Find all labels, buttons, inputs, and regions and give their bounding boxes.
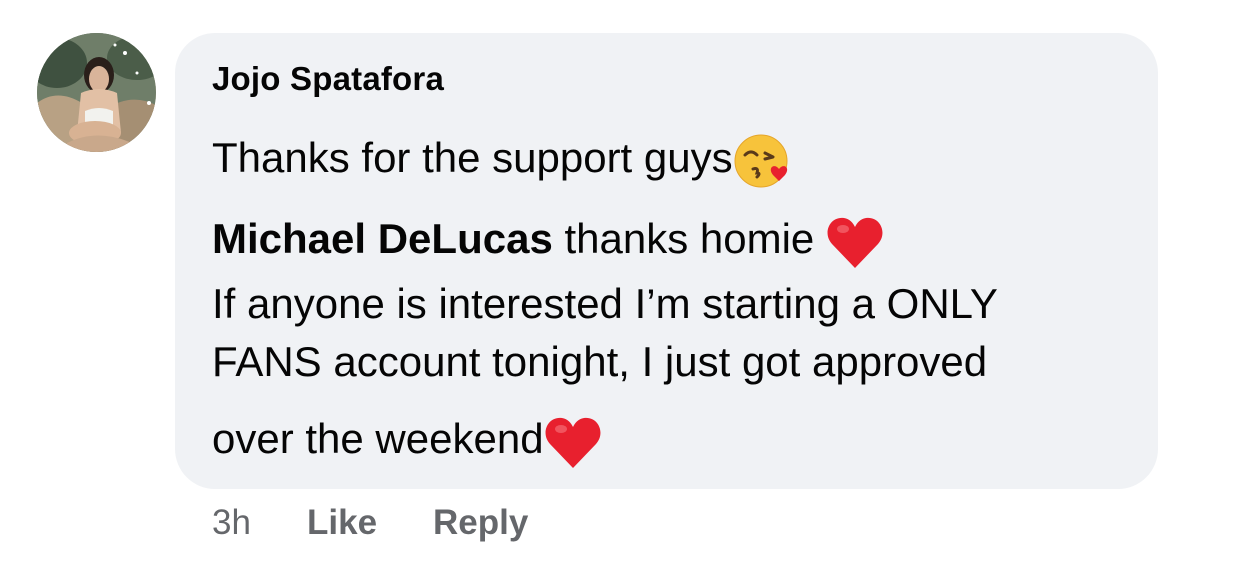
mention-text: thanks homie xyxy=(552,215,826,263)
comment-text-line: Thanks for the support guys xyxy=(212,133,793,189)
like-button[interactable]: Like xyxy=(307,503,377,543)
kissing-heart-emoji-icon xyxy=(733,133,793,189)
comment-text-line: FANS account tonight, I just got approve… xyxy=(212,338,988,385)
comment-reply-mention-line: Michael DeLucas thanks homie xyxy=(212,214,884,270)
comment-text: Thanks for the support guys xyxy=(212,134,733,182)
mention-link[interactable]: Michael DeLucas xyxy=(212,215,553,262)
comment-text-line: If anyone is interested I’m starting a O… xyxy=(212,280,998,327)
comment-timestamp[interactable]: 3h xyxy=(212,503,251,543)
comment-author[interactable]: Jojo Spatafora xyxy=(212,60,444,98)
comment-text-line: over the weekend xyxy=(212,414,602,470)
profile-photo xyxy=(37,33,156,152)
comment-text: over the weekend xyxy=(212,415,544,463)
red-heart-emoji-icon xyxy=(544,414,602,470)
avatar[interactable] xyxy=(37,33,156,152)
red-heart-emoji-icon xyxy=(826,214,884,270)
reply-button[interactable]: Reply xyxy=(433,503,528,543)
